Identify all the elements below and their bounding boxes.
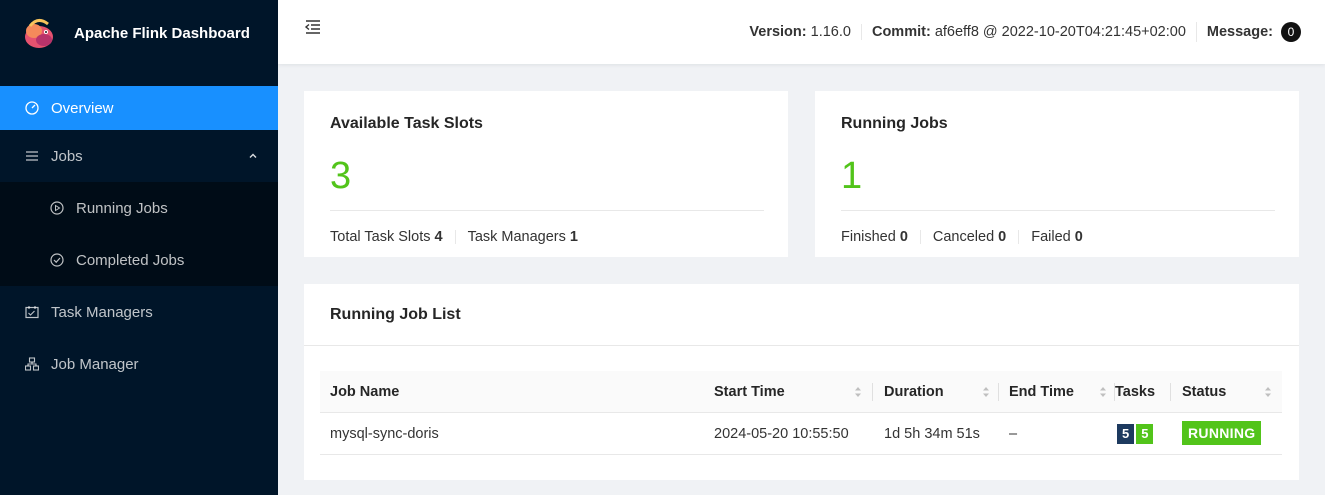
running-jobs-title: Running Jobs (841, 115, 948, 132)
available-slots-value: 3 (330, 155, 352, 197)
task-managers-value: 1 (569, 229, 578, 245)
column-header-start-time[interactable]: Start Time (714, 371, 785, 413)
column-separator (1170, 383, 1171, 401)
tasks-total-badge: 5 (1117, 424, 1135, 444)
task-managers-stat: Task Managers 1 (454, 229, 590, 245)
start-time-cell: 2024-05-20 10:55:50 (714, 426, 849, 442)
tasks-cell: 55 (1117, 413, 1154, 455)
sidebar-item-overview[interactable]: Overview (0, 86, 278, 130)
task-slots-stats: Total Task Slots 4 Task Managers 1 (330, 229, 590, 245)
table-row[interactable]: mysql-sync-doris 2024-05-20 10:55:50 1d … (320, 413, 1282, 455)
column-separator (872, 383, 873, 401)
duration-cell: 1d 5h 34m 51s (884, 426, 980, 442)
column-header-end-time[interactable]: End Time (1009, 371, 1074, 413)
finished-stat: Finished 0 (841, 229, 920, 245)
commit-value: af6eff8 @ 2022-10-20T04:21:45+02:00 (934, 24, 1186, 40)
finished-label: Finished (841, 229, 896, 245)
message-count-badge[interactable]: 0 (1281, 22, 1301, 42)
sidebar: Apache Flink Dashboard Overview Jobs Run… (0, 0, 278, 495)
version-label: Version: (749, 24, 807, 40)
app-title: Apache Flink Dashboard (74, 24, 250, 42)
message-info[interactable]: Message: 0 (1195, 22, 1311, 42)
play-circle-icon (50, 201, 64, 215)
sidebar-item-label: Task Managers (51, 303, 153, 321)
version-value: 1.16.0 (810, 24, 851, 40)
running-jobs-stats: Finished 0 Canceled 0 Failed 0 (841, 229, 1095, 245)
status-cell: RUNNING (1182, 413, 1262, 455)
chevron-up-icon (248, 148, 258, 165)
message-label: Message: (1206, 24, 1273, 40)
sidebar-item-label: Jobs (51, 147, 83, 165)
status-badge: RUNNING (1182, 421, 1262, 445)
menu-fold-icon[interactable] (304, 18, 322, 36)
sidebar-item-jobs[interactable]: Jobs (0, 130, 278, 182)
sidebar-menu: Overview Jobs Running Jobs Completed Job… (0, 86, 278, 390)
running-jobs-card: Running Jobs 1 Finished 0 Canceled 0 Faile… (815, 91, 1299, 257)
top-header: Version: 1.16.0 Commit: af6eff8 @ 2022-1… (278, 0, 1325, 64)
card-divider (330, 210, 764, 211)
column-separator (998, 383, 999, 401)
sidebar-item-task-managers[interactable]: Task Managers (0, 286, 278, 338)
logo-area[interactable]: Apache Flink Dashboard (0, 0, 278, 66)
flink-logo-icon (20, 14, 58, 52)
tasks-running-badge: 5 (1136, 424, 1154, 444)
failed-stat: Failed 0 (1018, 230, 1095, 244)
header-info: Version: 1.16.0 Commit: af6eff8 @ 2022-1… (739, 0, 1311, 64)
running-jobs-value: 1 (841, 155, 863, 197)
dashboard-icon (25, 101, 39, 115)
total-slots-label: Total Task Slots (330, 229, 431, 245)
canceled-value: 0 (998, 229, 1007, 245)
canceled-label: Canceled (932, 229, 995, 245)
task-slots-card: Available Task Slots 3 Total Task Slots 4… (304, 91, 788, 257)
commit-info: Commit: af6eff8 @ 2022-10-20T04:21:45+02… (860, 24, 1196, 40)
check-circle-icon (50, 253, 64, 267)
sidebar-item-label: Job Manager (51, 355, 139, 373)
task-managers-label: Task Managers (467, 229, 566, 245)
canceled-stat: Canceled 0 (919, 229, 1018, 245)
total-slots-value: 4 (434, 229, 443, 245)
sort-icon[interactable] (1264, 385, 1272, 399)
job-list-title: Running Job List (330, 306, 461, 323)
sidebar-item-label: Overview (51, 99, 114, 117)
job-name-cell: mysql-sync-doris (330, 426, 439, 442)
column-header-tasks[interactable]: Tasks (1115, 371, 1155, 413)
cluster-icon (25, 357, 39, 371)
sidebar-item-label: Running Jobs (76, 199, 168, 217)
column-header-job-name[interactable]: Job Name (330, 371, 399, 413)
failed-value: 0 (1074, 229, 1083, 245)
sidebar-item-label: Completed Jobs (76, 251, 185, 269)
job-table-header: Job Name Start Time Duration End Time Ta… (320, 371, 1282, 413)
sort-icon[interactable] (854, 385, 862, 399)
schedule-icon (25, 305, 39, 319)
version-info: Version: 1.16.0 (739, 24, 861, 40)
finished-value: 0 (899, 229, 908, 245)
column-header-duration[interactable]: Duration (884, 371, 944, 413)
sidebar-item-completed-jobs[interactable]: Completed Jobs (0, 234, 278, 286)
sidebar-item-job-manager[interactable]: Job Manager (0, 338, 278, 390)
sort-icon[interactable] (982, 385, 990, 399)
failed-label: Failed (1031, 229, 1071, 245)
task-slots-title: Available Task Slots (330, 115, 483, 132)
card-divider (841, 210, 1275, 211)
sidebar-item-running-jobs[interactable]: Running Jobs (0, 182, 278, 234)
end-time-cell: – (1009, 426, 1018, 442)
sort-icon[interactable] (1099, 385, 1107, 399)
column-header-status[interactable]: Status (1182, 371, 1226, 413)
list-icon (25, 149, 39, 163)
total-slots-stat: Total Task Slots 4 (330, 229, 455, 245)
commit-label: Commit: (871, 24, 931, 40)
card-header-divider (304, 345, 1299, 346)
